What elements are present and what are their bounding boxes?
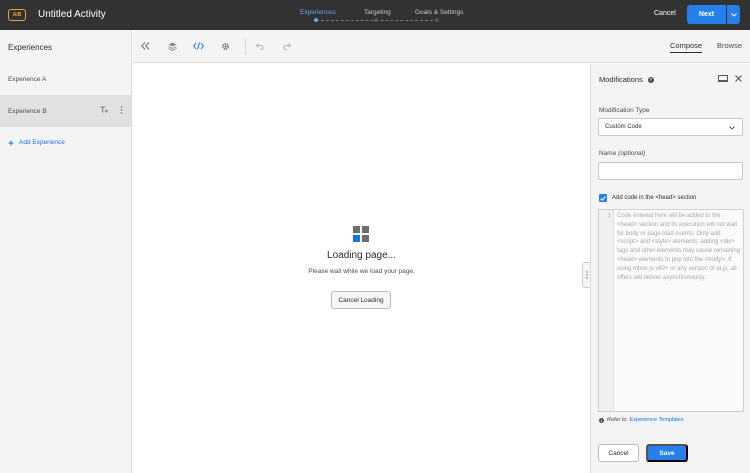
add-code-head-label: Add code in the <head> section xyxy=(612,195,697,201)
panel-resize-handle[interactable] xyxy=(582,262,590,288)
modification-type-value: Custom Code xyxy=(605,124,642,130)
sidebar-item-label: Experience A xyxy=(8,75,47,83)
code-editor[interactable]: 1 Code entered here will be added to the… xyxy=(598,209,744,412)
collapse-panel-button[interactable] xyxy=(139,40,151,52)
dock-panel-button[interactable] xyxy=(718,75,728,85)
toolbar-divider xyxy=(245,38,246,55)
name-label-text: Name xyxy=(599,150,617,157)
sidebar-item-experience-b[interactable]: Experience B xyxy=(0,95,131,127)
tab-compose[interactable]: Compose xyxy=(670,41,703,53)
help-icon[interactable]: ? xyxy=(647,76,654,83)
info-icon: i xyxy=(599,417,604,423)
add-code-head-checkbox[interactable] xyxy=(599,194,607,202)
refer-prefix: Refer to xyxy=(607,417,627,423)
layers-button[interactable] xyxy=(166,40,178,52)
rename-icon[interactable] xyxy=(100,106,108,114)
drag-handle-icon xyxy=(585,271,588,279)
close-panel-button[interactable] xyxy=(735,75,742,84)
experience-templates-link[interactable]: Experience Templates xyxy=(630,417,684,423)
modification-type-select[interactable]: Custom Code xyxy=(598,118,743,136)
close-icon xyxy=(735,75,742,82)
header-cancel-button[interactable]: Cancel xyxy=(654,10,676,17)
double-chevron-left-icon xyxy=(140,42,149,50)
loading-spinner-icon xyxy=(353,226,369,242)
name-optional-hint: (optional) xyxy=(618,150,646,157)
checkmark-icon xyxy=(600,195,606,201)
next-dropdown-button[interactable] xyxy=(727,5,740,24)
undo-icon xyxy=(255,42,264,50)
cancel-loading-button[interactable]: Cancel Loading xyxy=(331,291,391,309)
save-button[interactable]: Save xyxy=(646,444,688,462)
panel-title-text: Modifications xyxy=(599,75,643,84)
experiences-sidebar: Experiences Experience A Experience B Ad… xyxy=(0,30,132,473)
tab-browse[interactable]: Browse xyxy=(717,41,742,50)
sidebar-title: Experiences xyxy=(8,43,53,52)
sidebar-item-experience-a[interactable]: Experience A xyxy=(0,63,131,95)
step-dot-targeting xyxy=(374,18,378,22)
templates-reference: i Refer to Experience Templates xyxy=(599,417,684,423)
panel-cancel-button[interactable]: Cancel xyxy=(598,444,639,462)
redo-button[interactable] xyxy=(280,40,292,52)
loading-subtitle: Please wait while we load your page. xyxy=(308,268,415,275)
line-number: 1 xyxy=(599,210,614,411)
add-experience-label: Add Experience xyxy=(19,139,65,146)
modification-type-label: Modification Type xyxy=(599,107,650,114)
next-button[interactable]: Next xyxy=(687,5,726,24)
panel-title: Modifications ? xyxy=(599,75,654,84)
step-targeting[interactable]: Targeting xyxy=(364,9,391,16)
loading-title: Loading page... xyxy=(327,250,396,261)
code-placeholder: Code entered here will be added to the <… xyxy=(617,213,741,281)
layers-icon xyxy=(167,42,177,51)
top-header: A/B Untitled Activity Experiences Target… xyxy=(0,0,750,30)
chevron-down-icon xyxy=(729,126,735,130)
code-editor-button[interactable] xyxy=(192,40,204,52)
sidebar-item-label: Experience B xyxy=(8,107,47,115)
add-experience-button[interactable]: Add Experience xyxy=(8,139,65,146)
undo-button[interactable] xyxy=(254,40,266,52)
plus-icon xyxy=(8,140,14,145)
redo-icon xyxy=(282,42,291,50)
step-dot-experiences xyxy=(314,18,318,22)
more-options-icon[interactable] xyxy=(120,106,123,114)
modifications-panel: Modifications ? Modification Type Custom… xyxy=(590,64,750,473)
chevron-down-icon xyxy=(730,12,737,17)
step-dot-goals xyxy=(435,18,439,22)
gear-icon xyxy=(221,42,229,50)
settings-button[interactable] xyxy=(219,40,231,52)
step-goals-settings[interactable]: Goals & Settings xyxy=(415,9,463,16)
code-icon xyxy=(192,42,204,50)
activity-title[interactable]: Untitled Activity xyxy=(38,9,106,20)
monitor-icon xyxy=(718,75,728,82)
editor-toolbar: Compose Browse xyxy=(133,30,750,63)
step-experiences[interactable]: Experiences xyxy=(300,9,336,16)
name-label: Name (optional) xyxy=(599,150,645,157)
activity-type-badge: A/B xyxy=(8,9,26,21)
page-canvas: Loading page... Please wait while we loa… xyxy=(133,64,590,473)
name-input[interactable] xyxy=(598,162,743,180)
